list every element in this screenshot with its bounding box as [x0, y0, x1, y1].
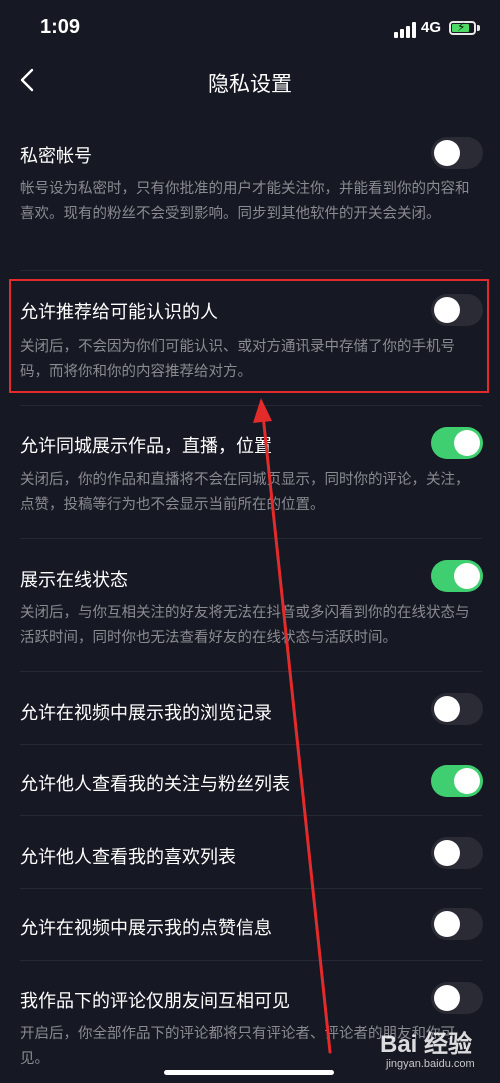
toggle-knob	[434, 911, 460, 937]
setting-desc: 帐号设为私密时，只有你批准的用户才能关注你，并能看到你的内容和喜欢。现有的粉丝不…	[20, 181, 470, 222]
toggle-knob	[434, 985, 460, 1011]
baidu-watermark: Bai 经验 jingyan.baidu.com	[380, 1024, 492, 1078]
divider	[20, 405, 482, 406]
setting-title: 私密帐号	[20, 146, 92, 167]
divider	[20, 671, 482, 672]
show-browse-history-toggle[interactable]	[431, 693, 483, 725]
battery-tip	[477, 25, 480, 31]
follow-lists-toggle[interactable]	[431, 765, 483, 797]
status-time: 1:09	[40, 16, 81, 38]
setting-title: 允许在视频中展示我的浏览记录	[20, 703, 272, 724]
setting-desc: 关闭后，你的作品和直播将不会在同城页显示，同时你的评论，关注，点赞，投稿等行为也…	[20, 472, 470, 513]
annotation-highlight-box	[9, 279, 489, 393]
divider	[20, 270, 482, 271]
watermark-url: jingyan.baidu.com	[386, 1058, 475, 1070]
signal-strength-icon	[394, 22, 416, 38]
online-status-toggle[interactable]	[431, 560, 483, 592]
nearby-display-toggle[interactable]	[431, 427, 483, 459]
status-bar: 1:09 4G ⚡	[0, 0, 500, 56]
setting-title: 允许他人查看我的关注与粉丝列表	[20, 774, 290, 795]
toggle-knob	[454, 430, 480, 456]
divider	[20, 815, 482, 816]
toggle-knob	[434, 840, 460, 866]
likes-list-toggle[interactable]	[431, 837, 483, 869]
toggle-knob	[454, 563, 480, 589]
nav-bar: 隐私设置	[0, 56, 500, 104]
show-like-info-toggle[interactable]	[431, 908, 483, 940]
setting-desc: 关闭后，与你互相关注的好友将无法在抖音或多闪看到你的在线状态与活跃时间，同时你也…	[20, 605, 470, 646]
watermark-logo: Bai 经验	[380, 1031, 473, 1058]
divider	[20, 960, 482, 961]
charging-icon: ⚡	[457, 20, 466, 34]
setting-title: 允许在视频中展示我的点赞信息	[20, 918, 272, 939]
toggle-knob	[434, 140, 460, 166]
network-type: 4G	[421, 19, 442, 36]
setting-title: 允许他人查看我的喜欢列表	[20, 847, 236, 868]
toggle-knob	[454, 768, 480, 794]
divider	[20, 888, 482, 889]
home-indicator[interactable]	[164, 1070, 334, 1075]
toggle-knob	[434, 696, 460, 722]
divider	[20, 538, 482, 539]
setting-title: 允许同城展示作品，直播，位置	[20, 436, 272, 457]
page-title: 隐私设置	[208, 72, 292, 96]
divider	[20, 744, 482, 745]
setting-title: 我作品下的评论仅朋友间互相可见	[20, 991, 290, 1012]
comments-friends-only-toggle[interactable]	[431, 982, 483, 1014]
setting-title: 展示在线状态	[20, 570, 128, 591]
private-account-toggle[interactable]	[431, 137, 483, 169]
